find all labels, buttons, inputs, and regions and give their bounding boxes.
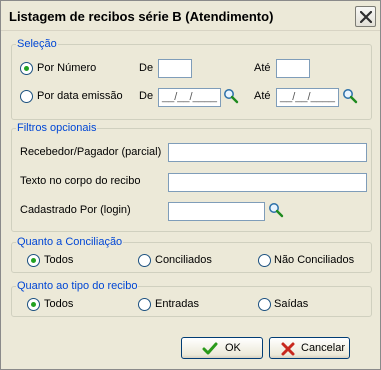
data-ate-input[interactable]: __/__/____ [276,88,339,107]
tipo-legend: Quanto ao tipo do recibo [17,280,138,292]
nao-conciliados-label: Não Conciliados [274,254,355,266]
cadastrado-label: Cadastrado Por (login) [20,204,131,216]
title-bar: Listagem de recibos série B (Atendimento… [1,1,380,31]
de-label-numero: De [139,62,154,74]
cancel-button[interactable]: Cancelar [269,337,350,359]
tipo-todos-label: Todos [44,298,74,310]
selecao-group: Seleção [11,38,372,120]
ok-label: OK [225,342,241,354]
filtros-legend: Filtros opcionais [17,122,97,134]
window-title: Listagem de recibos série B (Atendimento… [9,9,274,24]
cadastrado-input[interactable] [168,202,265,221]
numero-ate-input[interactable] [276,59,310,78]
search-icon[interactable] [223,88,239,104]
recebedor-input[interactable] [168,143,367,162]
texto-input[interactable] [168,173,367,192]
check-icon [202,342,218,355]
search-icon[interactable] [268,202,284,218]
por-data-label: Por data emissão [37,90,123,102]
search-icon[interactable] [342,88,358,104]
numero-de-input[interactable] [158,59,192,78]
radio-nao-conciliados[interactable] [258,254,271,267]
radio-conciliacao-todos[interactable] [27,254,40,267]
close-icon [360,11,372,23]
data-de-input[interactable]: __/__/____ [158,88,221,107]
recebedor-label: Recebedor/Pagador (parcial) [20,146,162,158]
radio-por-data[interactable] [20,90,33,103]
radio-saidas[interactable] [258,298,271,311]
conciliacao-legend: Quanto a Conciliação [17,236,123,248]
ate-label-numero: Até [254,62,271,74]
texto-label: Texto no corpo do recibo [20,175,141,187]
ate-label-data: Até [254,90,271,102]
radio-entradas[interactable] [138,298,151,311]
conciliados-label: Conciliados [155,254,212,266]
ok-button[interactable]: OK [181,337,263,359]
entradas-label: Entradas [155,298,200,310]
radio-conciliados[interactable] [138,254,151,267]
selecao-legend: Seleção [17,38,57,50]
saidas-label: Saídas [274,298,309,310]
x-icon [281,342,295,356]
radio-tipo-todos[interactable] [27,298,40,311]
por-numero-label: Por Número [37,62,97,74]
de-label-data: De [139,90,154,102]
cancel-label: Cancelar [301,342,346,354]
dialog-window: Listagem de recibos série B (Atendimento… [0,0,381,370]
conciliacao-todos-label: Todos [44,254,74,266]
close-button[interactable] [355,6,376,27]
radio-por-numero[interactable] [20,62,33,75]
